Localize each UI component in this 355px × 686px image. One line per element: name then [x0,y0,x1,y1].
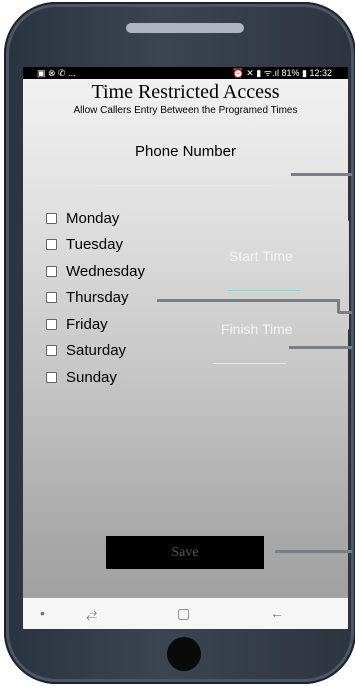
day-sunday[interactable]: Sunday [46,364,145,391]
physical-home-button[interactable] [167,637,201,671]
day-monday[interactable]: Monday [46,205,145,232]
status-notification-icons: ▣ ⊗ ✆ ... [37,68,76,78]
day-friday[interactable]: Friday [46,311,145,338]
status-time: 12:32 [309,68,332,78]
back-arrow-icon[interactable]: ← [270,598,284,629]
start-time-underline [228,290,300,291]
pointer-line-days-end [338,311,352,314]
day-thursday[interactable]: Thursday [46,285,145,312]
sunday-checkbox[interactable] [46,371,57,383]
tuesday-checkbox[interactable] [46,239,57,251]
day-label: Friday [66,315,108,333]
speaker-grille [126,23,244,33]
pointer-line-time [289,346,352,349]
days-list: Monday Tuesday Wednesday Thursday Friday… [46,205,145,391]
finish-time-field[interactable]: Finish Time [221,321,293,337]
pointer-line-phone [291,173,352,176]
wednesday-checkbox[interactable] [46,265,57,277]
page-title: Time Restricted Access [91,81,280,103]
start-time-field[interactable]: Start Time [229,248,293,264]
saturday-checkbox[interactable] [46,345,57,357]
day-label: Sunday [66,368,117,386]
phone-number-input[interactable] [96,171,274,186]
day-label: Wednesday [66,262,145,280]
day-label: Monday [66,209,120,227]
phone-number-label: Phone Number [135,143,236,160]
home-nav-icon[interactable]: ▢ [177,598,190,629]
recent-apps-icon[interactable]: ⥄ [86,598,97,629]
friday-checkbox[interactable] [46,318,57,330]
pointer-line-days [157,299,339,302]
status-bar: ▣ ⊗ ✆ ... ⏰ ✕ ▮ ᯤ.ıl 81% ▮ 12:32 [23,67,348,79]
save-button[interactable]: Save [106,536,264,569]
nav-dot-icon: • [40,605,45,621]
day-label: Saturday [66,342,127,360]
pointer-line-save [275,550,352,553]
finish-time-underline [213,363,286,364]
thursday-checkbox[interactable] [46,292,57,304]
android-nav-bar: • ⥄ ▢ ← [23,598,348,629]
battery-icon: ▮ [302,68,307,78]
day-label: Thursday [66,289,129,307]
battery-level: 81% [281,68,300,78]
day-saturday[interactable]: Saturday [46,338,145,365]
day-tuesday[interactable]: Tuesday [46,232,145,259]
page-subtitle: Allow Callers Entry Between the Programe… [73,105,298,116]
phone-frame: ▣ ⊗ ✆ ... ⏰ ✕ ▮ ᯤ.ıl 81% ▮ 12:32 Time Re… [4,2,355,684]
monday-checkbox[interactable] [46,212,57,224]
day-label: Tuesday [66,236,123,254]
day-wednesday[interactable]: Wednesday [46,258,145,285]
status-system-icons: ⏰ ✕ ▮ ᯤ.ıl 81% ▮ 12:32 [233,67,332,79]
status-signal-icons: ⏰ ✕ ▮ ᯤ.ıl [232,68,279,78]
